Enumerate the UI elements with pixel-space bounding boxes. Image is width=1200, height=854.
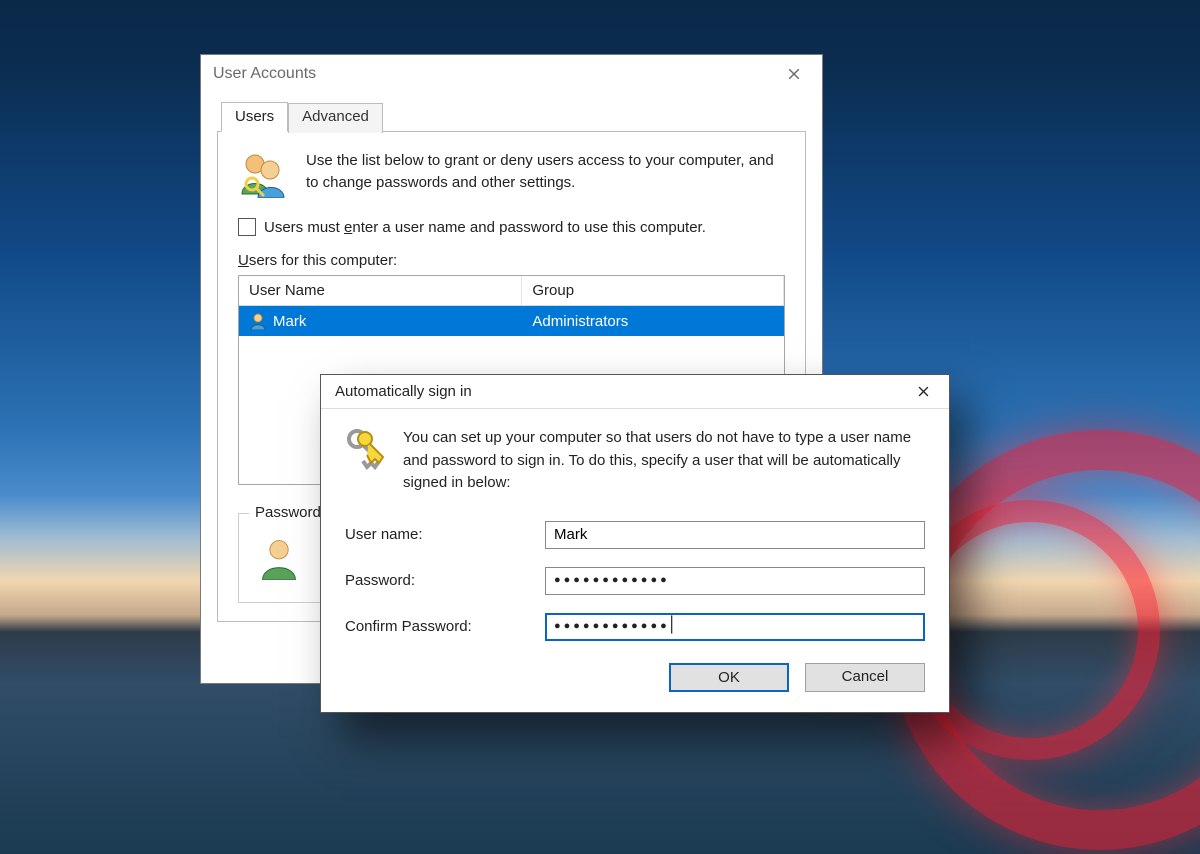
tabstrip: Users Advanced (221, 101, 806, 131)
keys-icon (345, 427, 385, 475)
confirm-password-input[interactable]: ●●●●●●●●●●●● (545, 613, 925, 641)
tab-users[interactable]: Users (221, 102, 288, 132)
users-list-label: Users for this computer: (238, 252, 785, 269)
user-accounts-titlebar[interactable]: User Accounts (201, 55, 822, 93)
username-input[interactable] (545, 521, 925, 549)
must-enter-label: Users must enter a user name and passwor… (264, 219, 706, 236)
auto-titlebar[interactable]: Automatically sign in (321, 375, 949, 409)
users-description: Use the list below to grant or deny user… (306, 150, 785, 194)
password-input[interactable]: ●●●●●●●●●●●● (545, 567, 925, 595)
username-label: User name: (345, 526, 535, 543)
auto-cancel-button[interactable]: Cancel (805, 663, 925, 692)
tab-advanced[interactable]: Advanced (288, 103, 383, 133)
auto-signin-dialog: Automatically sign in You can set up you… (320, 374, 950, 713)
confirm-label: Confirm Password: (345, 618, 535, 635)
auto-description: You can set up your computer so that use… (403, 427, 925, 495)
row-username: Mark (273, 313, 306, 330)
row-group: Administrators (522, 310, 784, 333)
auto-form: User name: Password: ●●●●●●●●●●●● Confir… (345, 521, 925, 641)
auto-ok-button[interactable]: OK (669, 663, 789, 692)
auto-title: Automatically sign in (335, 383, 472, 400)
auto-close-button[interactable] (903, 377, 943, 407)
close-icon (788, 68, 800, 80)
password-label: Password: (345, 572, 535, 589)
user-large-icon (257, 536, 301, 580)
col-group[interactable]: Group (522, 276, 784, 305)
must-enter-checkbox[interactable] (238, 218, 256, 236)
users-table-header: User Name Group (239, 276, 784, 306)
close-icon (918, 386, 929, 397)
window-title: User Accounts (213, 65, 774, 83)
users-pair-icon (238, 150, 286, 198)
col-username[interactable]: User Name (239, 276, 522, 305)
user-icon (249, 312, 267, 330)
close-button[interactable] (774, 59, 814, 89)
table-row[interactable]: Mark Administrators (239, 306, 784, 336)
auto-button-row: OK Cancel (345, 663, 925, 692)
